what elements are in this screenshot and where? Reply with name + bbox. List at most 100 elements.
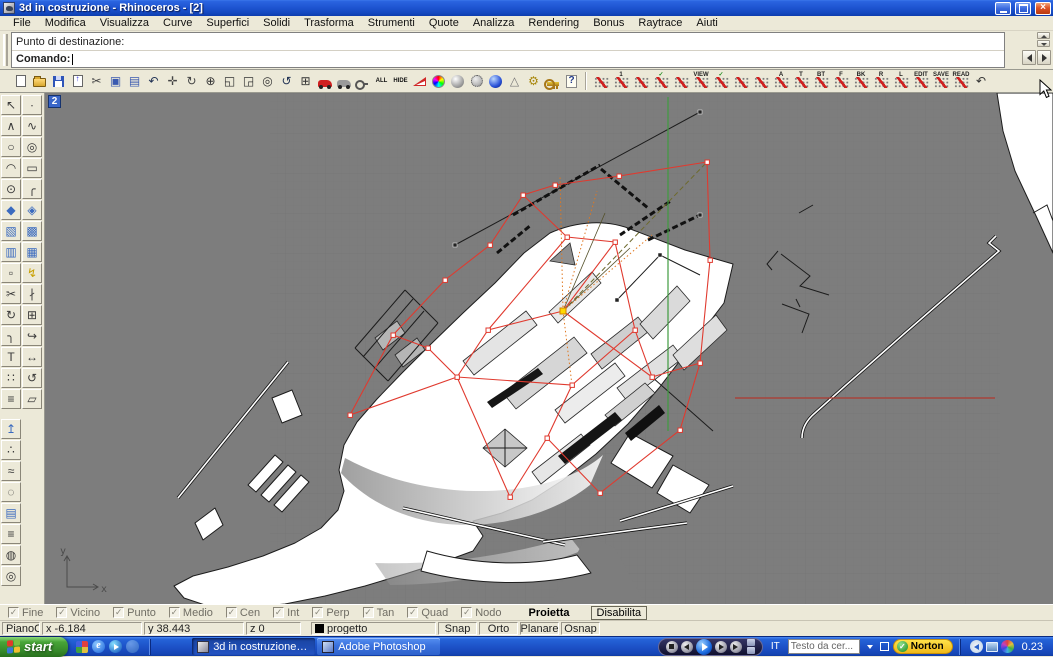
status-toggle[interactable]: Orto <box>479 622 518 635</box>
show-all-button[interactable]: ALL <box>372 71 391 91</box>
media-player-icon[interactable] <box>109 640 122 653</box>
view-front-button[interactable]: F <box>831 71 851 91</box>
osnap-checkbox[interactable]: Tan <box>363 607 395 619</box>
box-tool[interactable]: ▧ <box>1 221 21 241</box>
task-button[interactable]: Adobe Photoshop <box>317 638 440 655</box>
cplane-pane[interactable]: PianoC <box>2 622 40 635</box>
checkbox-checked-icon[interactable] <box>169 607 180 618</box>
explode-tool[interactable]: ↯ <box>22 263 42 283</box>
shaded-view-button[interactable] <box>448 71 467 91</box>
mesh-tool-2[interactable]: 1 <box>611 71 631 91</box>
view-read-button[interactable]: READ <box>951 71 971 91</box>
pan-button[interactable]: ✛ <box>163 71 182 91</box>
viewport[interactable]: 2 <box>45 93 1053 604</box>
checkbox-checked-icon[interactable] <box>363 607 374 618</box>
checkbox-checked-icon[interactable] <box>312 607 323 618</box>
mesh-tool-5[interactable] <box>751 71 771 91</box>
media-next-button[interactable] <box>715 641 727 653</box>
extrude-tool[interactable]: ↥ <box>1 419 21 439</box>
open-file-button[interactable] <box>30 71 49 91</box>
checkbox-checked-icon[interactable] <box>8 607 19 618</box>
paste-button[interactable]: ▤ <box>125 71 144 91</box>
render-button[interactable] <box>410 71 429 91</box>
trim-tool[interactable]: ✂ <box>1 284 21 304</box>
command-prompt-line[interactable]: Comando: <box>12 50 1004 67</box>
taskbar-clock[interactable]: 0.23 <box>1022 641 1043 653</box>
menu-item[interactable]: Strumenti <box>361 17 422 29</box>
layer-pane[interactable]: progetto <box>311 622 436 635</box>
circle-tool[interactable]: ○ <box>1 137 21 157</box>
media-volume-button[interactable] <box>730 641 742 653</box>
undo-button[interactable]: ↶ <box>144 71 163 91</box>
menu-item[interactable]: File <box>6 17 38 29</box>
mesh-tool-check-2[interactable]: ✓ <box>711 71 731 91</box>
close-button[interactable] <box>1035 2 1051 15</box>
pointer-tool[interactable]: ↖ <box>1 95 21 115</box>
named-view-button[interactable] <box>353 71 372 91</box>
wireframe-cone-button[interactable]: △ <box>505 71 524 91</box>
search-input[interactable] <box>788 639 860 654</box>
search-square-button[interactable] <box>880 642 889 651</box>
color-wheel-button[interactable] <box>429 71 448 91</box>
restore-button[interactable] <box>1015 2 1031 15</box>
loft-tool[interactable]: ≈ <box>1 461 21 481</box>
minimize-button[interactable] <box>995 2 1011 15</box>
zoom-window-button[interactable]: ◱ <box>220 71 239 91</box>
cylinder-tool[interactable]: ▥ <box>1 242 21 262</box>
layers-tool[interactable]: ≡ <box>1 389 21 409</box>
status-toggle[interactable]: Osnap <box>561 622 600 635</box>
media-stop-button[interactable] <box>666 641 678 653</box>
hide-button[interactable]: HIDE <box>391 71 410 91</box>
ghost-tool[interactable]: ◍ <box>1 545 21 565</box>
cut-button[interactable]: ✂ <box>87 71 106 91</box>
osnap-checkbox[interactable]: Quad <box>407 607 448 619</box>
key-button[interactable] <box>543 71 562 91</box>
menu-item[interactable]: Trasforma <box>297 17 361 29</box>
surface-tool[interactable]: ◆ <box>1 200 21 220</box>
osnap-checkbox[interactable]: Perp <box>312 607 349 619</box>
view-bottom-button[interactable]: BT <box>811 71 831 91</box>
view-right-button[interactable]: R <box>871 71 891 91</box>
media-expand-buttons[interactable] <box>747 639 755 654</box>
command-box[interactable]: Punto di destinazione: Comando: <box>11 32 1005 68</box>
mesh-tool-check-1[interactable]: ✓ <box>651 71 671 91</box>
tray-display-icon[interactable] <box>986 642 998 652</box>
media-previous-button[interactable] <box>681 641 693 653</box>
language-indicator[interactable]: IT <box>771 641 780 652</box>
menu-item[interactable]: Quote <box>422 17 466 29</box>
command-panel-grip[interactable] <box>3 34 8 66</box>
circle-point-tool[interactable]: ⊙ <box>1 179 21 199</box>
split-tool[interactable]: ∤ <box>22 284 42 304</box>
menu-item[interactable]: Rendering <box>521 17 586 29</box>
ghosted-view-button[interactable] <box>467 71 486 91</box>
view-save-button[interactable]: SAVE <box>931 71 951 91</box>
dimension-tool[interactable]: ↔ <box>22 347 42 367</box>
menu-item[interactable]: Curve <box>156 17 199 29</box>
mesh-tool-4[interactable] <box>731 71 751 91</box>
checkbox-checked-icon[interactable] <box>273 607 284 618</box>
start-button[interactable]: start <box>0 637 68 657</box>
norton-badge[interactable]: Norton <box>893 639 953 654</box>
command-scroll-right-button[interactable] <box>1037 50 1051 65</box>
tray-color-icon[interactable] <box>1001 640 1014 653</box>
rotate-view-button[interactable]: ↻ <box>182 71 201 91</box>
curve-tool[interactable]: ∿ <box>22 116 42 136</box>
viewport-layout-button[interactable]: ⊞ <box>296 71 315 91</box>
view-undo-button[interactable]: ↶ <box>971 71 991 91</box>
media-play-button[interactable] <box>696 639 712 655</box>
array-tool[interactable]: ∷ <box>1 368 21 388</box>
command-history-spinner[interactable] <box>1037 32 1051 49</box>
proietta-toggle[interactable]: Proietta <box>529 607 570 619</box>
target-tool[interactable]: ◎ <box>1 566 21 586</box>
point-tool[interactable]: ∙ <box>22 95 42 115</box>
menu-item[interactable]: Bonus <box>586 17 631 29</box>
blend-arc-tool[interactable]: ╮ <box>1 326 21 346</box>
rectangle-tool[interactable]: ▭ <box>22 158 42 178</box>
view-left-button[interactable]: L <box>891 71 911 91</box>
orient-tool[interactable]: ↺ <box>22 368 42 388</box>
new-file-button[interactable] <box>11 71 30 91</box>
checkbox-checked-icon[interactable] <box>113 607 124 618</box>
disabilita-toggle[interactable]: Disabilita <box>591 606 648 620</box>
menu-item[interactable]: Aiuti <box>689 17 724 29</box>
export-button[interactable] <box>68 71 87 91</box>
